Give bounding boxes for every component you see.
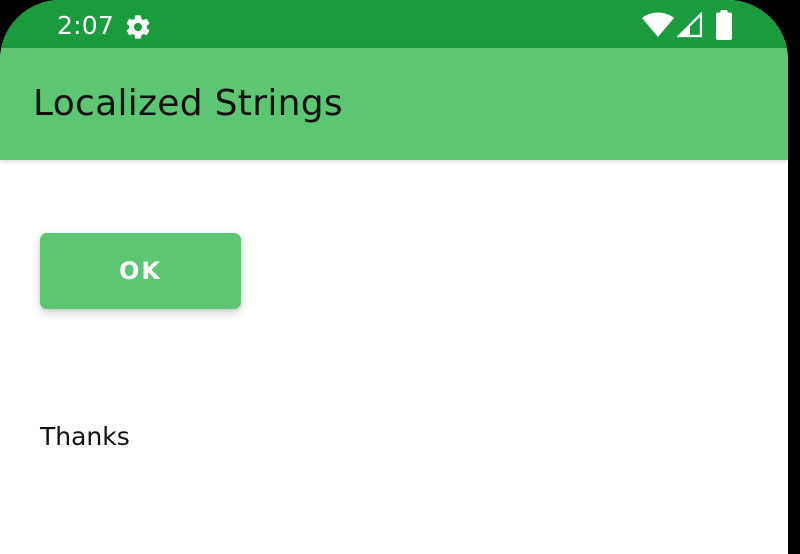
status-time: 2:07 — [57, 11, 114, 40]
app-title: Localized Strings — [33, 83, 343, 124]
ok-button[interactable]: OK — [40, 233, 241, 309]
battery-icon — [716, 10, 732, 40]
device-screen: 2:07 Localized Strings OK Thanks — [0, 0, 788, 554]
gear-icon — [126, 15, 150, 39]
wifi-icon — [642, 12, 674, 37]
signal-icon — [677, 12, 703, 38]
app-bar: Localized Strings — [0, 48, 788, 160]
status-bar: 2:07 — [0, 0, 788, 48]
message-text: Thanks — [40, 422, 130, 451]
